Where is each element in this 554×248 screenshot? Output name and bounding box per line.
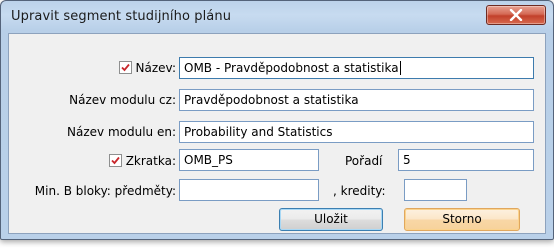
nazev-cz-label: Název modulu cz: xyxy=(69,93,176,107)
save-button[interactable]: Uložit xyxy=(279,208,383,231)
min-predmety-label: Min. B bloky: předměty: xyxy=(34,184,176,198)
text-caret xyxy=(399,61,401,75)
zkratka-input[interactable]: OMB_PS xyxy=(179,149,319,171)
checkmark-icon xyxy=(111,156,120,165)
nazev-checkbox[interactable] xyxy=(118,61,132,74)
min-kredity-input[interactable] xyxy=(404,179,467,201)
nazev-cz-input[interactable]: Pravděpodobnost a statistika xyxy=(179,89,534,111)
checkmark-icon xyxy=(120,63,130,72)
min-predmety-input[interactable] xyxy=(179,179,319,201)
nazev-en-label: Název modulu en: xyxy=(67,125,176,139)
title-bar[interactable]: Upravit segment studijního plánu xyxy=(1,1,553,33)
nazev-en-input[interactable]: Probability and Statistics xyxy=(179,121,534,143)
poradi-input[interactable]: 5 xyxy=(398,149,534,171)
zkratka-label: Zkratka: xyxy=(108,154,176,168)
close-button[interactable] xyxy=(486,5,546,25)
min-kredity-label: , kredity: xyxy=(333,184,386,198)
close-icon xyxy=(509,9,523,21)
nazev-input[interactable]: OMB - Pravděpodobnost a statistika xyxy=(179,57,534,79)
nazev-label: Název: xyxy=(118,61,177,75)
window-title: Upravit segment studijního plánu xyxy=(11,9,232,24)
cancel-button[interactable]: Storno xyxy=(404,208,520,231)
zkratka-checkbox[interactable] xyxy=(108,154,122,167)
zkratka-label-text: Zkratka: xyxy=(125,154,176,168)
dialog-body: Název: OMB - Pravděpodobnost a statistik… xyxy=(8,33,546,234)
nazev-label-text: Název: xyxy=(135,61,177,75)
dialog-window: Upravit segment studijního plánu Název: … xyxy=(0,0,554,240)
poradi-label: Pořadí xyxy=(345,154,383,168)
